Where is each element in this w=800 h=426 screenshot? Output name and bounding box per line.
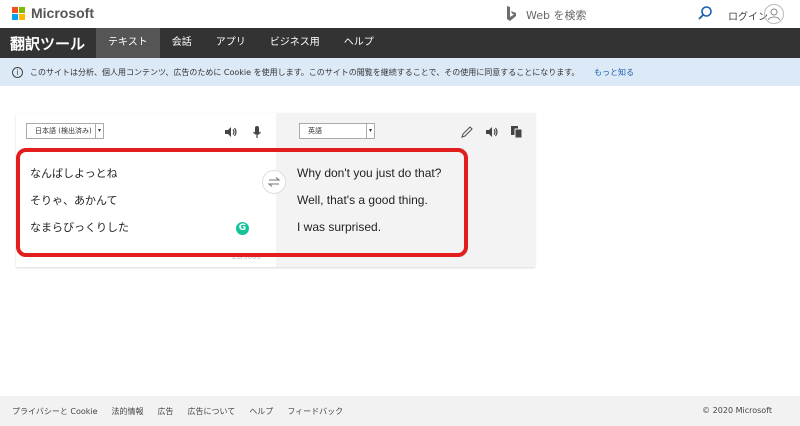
search-input[interactable]: Web を検索 xyxy=(526,7,586,23)
main-nav: 翻訳ツール テキスト 会話 アプリ ビジネス用 ヘルプ xyxy=(0,28,800,58)
footer-link-privacy[interactable]: プライバシーと Cookie xyxy=(12,406,98,417)
source-language-select[interactable]: 日本語 (検出済み) ▾ xyxy=(26,123,104,139)
chevron-down-icon: ▾ xyxy=(366,124,374,138)
edit-icon[interactable] xyxy=(460,125,474,139)
source-line-1[interactable]: なんばしよっとね xyxy=(30,165,118,181)
tab-help[interactable]: ヘルプ xyxy=(332,28,386,58)
search-icon[interactable] xyxy=(697,5,713,21)
footer-link-help[interactable]: ヘルプ xyxy=(249,406,273,417)
footer-link-legal[interactable]: 法的情報 xyxy=(112,406,144,417)
translation-line-3: I was surprised. xyxy=(297,220,382,234)
microsoft-logo-icon[interactable] xyxy=(12,7,26,21)
tab-business[interactable]: ビジネス用 xyxy=(258,28,332,58)
page-title[interactable]: 翻訳ツール xyxy=(10,33,85,54)
copyright: © 2020 Microsoft xyxy=(702,406,772,415)
footer-link-about-ads[interactable]: 広告について xyxy=(188,406,236,417)
bing-icon xyxy=(507,6,516,21)
translation-line-1: Why don't you just do that? xyxy=(297,166,442,180)
tab-apps[interactable]: アプリ xyxy=(204,28,258,58)
info-icon: i xyxy=(12,67,23,78)
brand-name[interactable]: Microsoft xyxy=(31,5,94,21)
source-pane: 日本語 (検出済み) ▾ xyxy=(16,113,276,267)
character-count: 26/5000 xyxy=(232,253,262,261)
translation-line-2: Well, that's a good thing. xyxy=(297,193,428,207)
source-language-value: 日本語 (検出済み) xyxy=(35,127,92,135)
grammarly-icon[interactable]: G xyxy=(236,222,249,235)
source-line-3[interactable]: なまらびっくりした xyxy=(30,219,129,235)
microphone-icon[interactable] xyxy=(250,125,264,139)
footer-links: プライバシーと Cookie 法的情報 広告 広告について ヘルプ フィードバッ… xyxy=(12,406,357,417)
swap-icon xyxy=(267,177,281,187)
cookie-banner: i このサイトは分析、個人用コンテンツ、広告のために Cookie を使用します… xyxy=(0,58,800,86)
top-bar: Microsoft Web を検索 ログイン xyxy=(0,0,800,28)
target-language-select[interactable]: 英語 ▾ xyxy=(299,123,375,139)
target-pane: 英語 ▾ xyxy=(276,113,535,267)
footer-link-feedback[interactable]: フィードバック xyxy=(287,406,343,417)
cookie-text: このサイトは分析、個人用コンテンツ、広告のために Cookie を使用します。こ… xyxy=(30,68,580,77)
footer-link-ads[interactable]: 広告 xyxy=(158,406,174,417)
source-line-2[interactable]: そりゃ、あかんて xyxy=(30,192,117,208)
swap-languages-button[interactable] xyxy=(262,170,286,194)
tab-conversation[interactable]: 会話 xyxy=(160,28,204,58)
speaker-icon[interactable] xyxy=(485,125,499,139)
speaker-icon[interactable] xyxy=(224,125,238,139)
learn-more-link[interactable]: もっと知る xyxy=(594,67,634,78)
target-language-value: 英語 xyxy=(308,127,322,135)
nav-tabs: テキスト 会話 アプリ ビジネス用 ヘルプ xyxy=(96,28,386,58)
copy-icon[interactable] xyxy=(510,125,524,139)
search-box[interactable]: Web を検索 xyxy=(500,4,713,24)
user-icon xyxy=(768,8,780,21)
footer: プライバシーと Cookie 法的情報 広告 広告について ヘルプ フィードバッ… xyxy=(0,396,800,426)
chevron-down-icon: ▾ xyxy=(95,124,103,138)
avatar[interactable] xyxy=(764,4,784,24)
tab-text[interactable]: テキスト xyxy=(96,28,160,58)
login-link[interactable]: ログイン xyxy=(728,8,768,23)
